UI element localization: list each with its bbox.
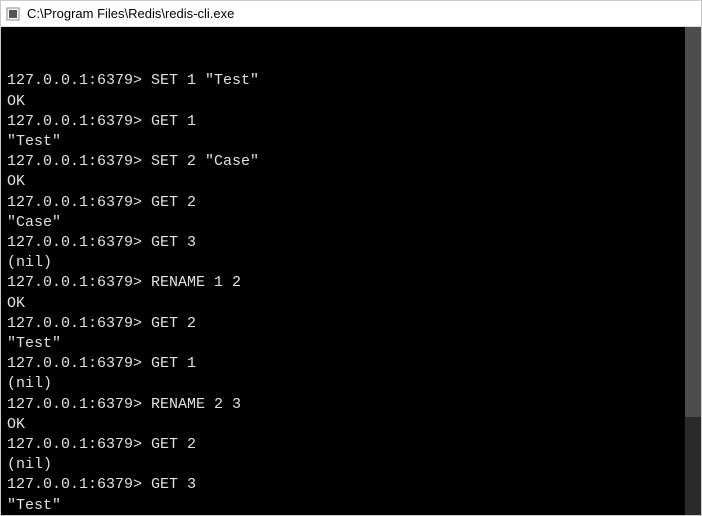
terminal-line: 127.0.0.1:6379> GET 1	[7, 112, 695, 132]
terminal-line: 127.0.0.1:6379> GET 3	[7, 475, 695, 495]
app-window: C:\Program Files\Redis\redis-cli.exe 127…	[0, 0, 702, 516]
terminal-line: 127.0.0.1:6379> GET 1	[7, 354, 695, 374]
terminal-line: "Case"	[7, 213, 695, 233]
title-bar[interactable]: C:\Program Files\Redis\redis-cli.exe	[1, 1, 701, 27]
terminal-line: (nil)	[7, 374, 695, 394]
terminal-line: "Test"	[7, 334, 695, 354]
terminal-line: 127.0.0.1:6379> GET 2	[7, 435, 695, 455]
terminal-line: 127.0.0.1:6379> GET 2	[7, 193, 695, 213]
window-title: C:\Program Files\Redis\redis-cli.exe	[27, 6, 234, 21]
terminal-output[interactable]: 127.0.0.1:6379> SET 1 "Test"OK127.0.0.1:…	[1, 27, 701, 515]
app-icon	[5, 6, 21, 22]
terminal-line: 127.0.0.1:6379> GET 2	[7, 314, 695, 334]
terminal-line: (nil)	[7, 253, 695, 273]
terminal-line: "Test"	[7, 132, 695, 152]
scrollbar[interactable]	[685, 27, 701, 515]
terminal-line: OK	[7, 415, 695, 435]
terminal-line: "Test"	[7, 496, 695, 515]
terminal-line: (nil)	[7, 455, 695, 475]
terminal-line: OK	[7, 172, 695, 192]
terminal-line: 127.0.0.1:6379> GET 3	[7, 233, 695, 253]
terminal-line: OK	[7, 92, 695, 112]
scrollbar-thumb[interactable]	[685, 27, 701, 417]
terminal-line: 127.0.0.1:6379> SET 2 "Case"	[7, 152, 695, 172]
terminal-line: 127.0.0.1:6379> SET 1 "Test"	[7, 71, 695, 91]
terminal-line: 127.0.0.1:6379> RENAME 1 2	[7, 273, 695, 293]
terminal-line: OK	[7, 294, 695, 314]
terminal-line: 127.0.0.1:6379> RENAME 2 3	[7, 395, 695, 415]
